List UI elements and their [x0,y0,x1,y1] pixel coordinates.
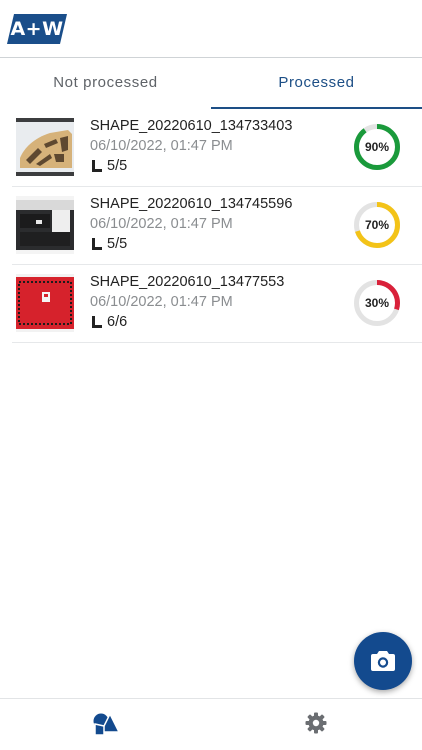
tab-bar: Not processed Processed [0,59,422,109]
shape-count: 5/5 [107,236,128,252]
nav-shapes[interactable] [0,699,211,750]
l-shape-icon [92,238,102,250]
shape-name: SHAPE_20220610_134733403 [90,118,293,134]
shape-name: SHAPE_20220610_134745596 [90,196,293,212]
bottom-navigation [0,698,422,750]
logo-text: A+W [10,18,64,40]
shapes-icon [93,712,120,736]
shape-date: 06/10/2022, 01:47 PM [90,216,233,232]
camera-button[interactable] [354,632,412,690]
shape-date: 06/10/2022, 01:47 PM [90,294,233,310]
tab-processed[interactable]: Processed [211,59,422,109]
shape-count: 5/5 [107,158,128,174]
shape-name: SHAPE_20220610_13477553 [90,274,285,290]
shape-date: 06/10/2022, 01:47 PM [90,138,233,154]
progress-label: 70% [364,218,390,232]
red-shape-thumbnail [16,274,74,332]
tab-not-processed[interactable]: Not processed [0,59,211,109]
nav-settings[interactable] [211,699,422,750]
list-item[interactable]: SHAPE_20220610_134745596 06/10/2022, 01:… [12,187,422,265]
wood-shape-photo-icon [16,118,74,176]
dark-shape-photo-icon [16,196,74,254]
progress-gauge: 90% [352,122,402,172]
gear-icon [305,712,327,734]
shape-list: SHAPE_20220610_134733403 06/10/2022, 01:… [12,109,422,343]
progress-gauge: 30% [352,278,402,328]
red-shape-photo-icon [16,274,74,332]
progress-label: 30% [364,296,390,310]
l-shape-icon [92,316,102,328]
app-header: A+W [0,0,422,58]
app-logo: A+W [7,14,67,44]
list-item[interactable]: SHAPE_20220610_13477553 06/10/2022, 01:4… [12,265,422,343]
progress-gauge: 70% [352,200,402,250]
dark-shape-thumbnail [16,196,74,254]
shape-count: 6/6 [107,314,128,330]
wood-shape-thumbnail [16,118,74,176]
list-item[interactable]: SHAPE_20220610_134733403 06/10/2022, 01:… [12,109,422,187]
l-shape-icon [92,160,102,172]
camera-icon [371,651,395,671]
progress-label: 90% [364,140,390,154]
